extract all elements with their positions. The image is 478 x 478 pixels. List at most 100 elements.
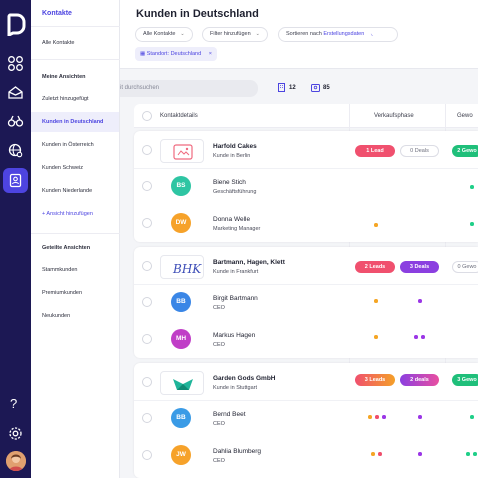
status-dot	[421, 335, 425, 339]
contact-name[interactable]: Dahlia Blumberg	[213, 448, 261, 455]
status-dot	[414, 335, 418, 339]
contact-role: CEO	[213, 421, 225, 427]
add-view-button[interactable]: + Ansicht hinzufügen	[31, 204, 119, 224]
row-checkbox[interactable]	[142, 261, 152, 271]
row-checkbox[interactable]	[142, 297, 152, 307]
user-avatar[interactable]	[6, 451, 26, 471]
sidebar-item-premium[interactable]: Premiumkunden	[31, 283, 119, 303]
row-checkbox[interactable]	[142, 334, 152, 344]
status-dot	[470, 222, 474, 226]
search-input[interactable]: it durchsuchen	[120, 80, 258, 97]
binoculars-icon[interactable]	[7, 113, 24, 130]
company-name[interactable]: Bartmann, Hagen, Klett	[213, 259, 285, 266]
svg-text:BHK: BHK	[172, 262, 202, 276]
active-filter-chip[interactable]: ▦ Standort: Deutschland ×	[135, 47, 217, 61]
table-row[interactable]: JW Dahlia Blumberg CEO	[134, 437, 478, 474]
globe-icon[interactable]	[7, 142, 24, 159]
status-dot	[378, 452, 382, 456]
sort-prefix: Sortieren nach	[286, 31, 322, 37]
harfold-logo	[160, 139, 204, 163]
divider	[31, 59, 120, 60]
lead-badge[interactable]: 2 Leads	[355, 261, 395, 273]
sidebar-title: Kontakte	[42, 10, 72, 17]
table-row[interactable]: DW Donna Welle Marketing Manager	[134, 205, 478, 242]
contact-avatar: JW	[171, 445, 191, 465]
deal-badge[interactable]: 3 Deals	[400, 261, 439, 273]
status-dot	[466, 452, 470, 456]
sort-value: Erstellungsdaten	[323, 31, 365, 37]
deal-badge[interactable]: 2 deals	[400, 374, 439, 386]
status-dot	[418, 415, 422, 419]
contact-role: Marketing Manager	[213, 226, 261, 232]
row-checkbox[interactable]	[142, 413, 152, 423]
company-location: Kunde in Stuttgart	[213, 385, 258, 391]
contact-name[interactable]: Biene Stich	[213, 179, 246, 186]
chevron-down-icon: ⌄	[180, 31, 185, 37]
select-all-checkbox[interactable]	[142, 111, 152, 121]
contact-avatar: BS	[171, 176, 191, 196]
icon-rail: ?	[0, 0, 31, 478]
table-row[interactable]: BB Bernd Beet CEO	[134, 400, 478, 437]
contacts-sidebar: Kontakte Alle Kontakte Meine Ansichten Z…	[31, 0, 120, 478]
close-icon[interactable]: ×	[209, 51, 212, 57]
all-contacts-dropdown[interactable]: Alle Kontakte ⌄	[135, 27, 193, 42]
divider	[31, 26, 120, 27]
sidebar-item-netherlands[interactable]: Kunden Niederlande	[31, 181, 119, 201]
building-icon	[277, 83, 286, 92]
column-header-won[interactable]: Gewo	[457, 104, 473, 128]
sidebar-item-switzerland[interactable]: Kunden Schweiz	[31, 158, 119, 178]
all-contacts-label: Alle Kontakte	[143, 31, 176, 37]
settings-icon[interactable]	[7, 425, 24, 442]
logo-icon[interactable]	[6, 12, 26, 38]
lead-badge[interactable]: 3 Leads	[355, 374, 395, 386]
contact-avatar: BB	[171, 408, 191, 428]
contact-name[interactable]: Birgit Bartmann	[213, 295, 258, 302]
company-group-card: Garden Gods GmbH Kunde in Stuttgart 3 Le…	[134, 363, 478, 478]
contact-avatar: BB	[171, 292, 191, 312]
help-icon[interactable]: ?	[10, 396, 17, 411]
row-checkbox[interactable]	[142, 450, 152, 460]
inbox-icon[interactable]	[7, 84, 24, 101]
column-header-stage[interactable]: Verkaufsphase	[374, 104, 414, 128]
row-checkbox[interactable]	[142, 218, 152, 228]
divider	[31, 233, 120, 234]
status-dot	[418, 452, 422, 456]
building-icon: ▦	[140, 51, 146, 57]
column-header-contact[interactable]: Kontaktdetails	[160, 104, 198, 128]
contact-role: CEO	[213, 458, 225, 464]
table-row[interactable]: Harfold Cakes Kunde in Berlin 1 Lead 0 D…	[134, 132, 478, 169]
contact-name[interactable]: Donna Welle	[213, 216, 250, 223]
contact-name[interactable]: Markus Hagen	[213, 332, 255, 339]
grid-icon[interactable]	[7, 55, 24, 72]
contacts-icon[interactable]	[7, 172, 24, 189]
table-row[interactable]: BHK Bartmann, Hagen, Klett Kunde in Fran…	[134, 248, 478, 285]
deal-badge[interactable]: 0 Deals	[400, 145, 439, 157]
lead-badge[interactable]: 1 Lead	[355, 145, 395, 157]
row-checkbox[interactable]	[142, 181, 152, 191]
company-count: 12	[277, 83, 296, 92]
table-row[interactable]: Garden Gods GmbH Kunde in Stuttgart 3 Le…	[134, 364, 478, 401]
add-filter-dropdown[interactable]: Filter hinzufügen ⌄	[202, 27, 268, 42]
sidebar-item-germany[interactable]: Kunden in Deutschland	[31, 112, 119, 132]
status-dot	[375, 415, 379, 419]
table-row[interactable]: BB Birgit Bartmann CEO	[134, 284, 478, 321]
company-name[interactable]: Harfold Cakes	[213, 143, 257, 150]
sidebar-item-recent[interactable]: Zuletzt hinzugefügt	[31, 89, 119, 109]
sort-dropdown[interactable]: Sortieren nach Erstellungsdaten ◟	[278, 27, 398, 42]
won-badge[interactable]: 0 Gewo	[452, 261, 478, 273]
contact-name[interactable]: Bernd Beet	[213, 411, 246, 418]
won-badge[interactable]: 2 Gewo	[452, 145, 478, 157]
company-name[interactable]: Garden Gods GmbH	[213, 375, 275, 382]
contact-count: 85	[311, 83, 330, 92]
row-checkbox[interactable]	[142, 145, 152, 155]
sidebar-item-austria[interactable]: Kunden in Österreich	[31, 135, 119, 155]
won-badge[interactable]: 3 Gewo	[452, 374, 478, 386]
table-row[interactable]: BS Biene Stich Geschäftsführung	[134, 168, 478, 205]
sidebar-item-regulars[interactable]: Stammkunden	[31, 260, 119, 280]
table-row[interactable]: MH Markus Hagen CEO	[134, 321, 478, 358]
sidebar-item-new[interactable]: Neukunden	[31, 306, 119, 326]
row-checkbox[interactable]	[142, 377, 152, 387]
status-dot	[470, 415, 474, 419]
add-filter-label: Filter hinzufügen	[210, 31, 251, 37]
sidebar-item-all-contacts[interactable]: Alle Kontakte	[31, 33, 119, 53]
